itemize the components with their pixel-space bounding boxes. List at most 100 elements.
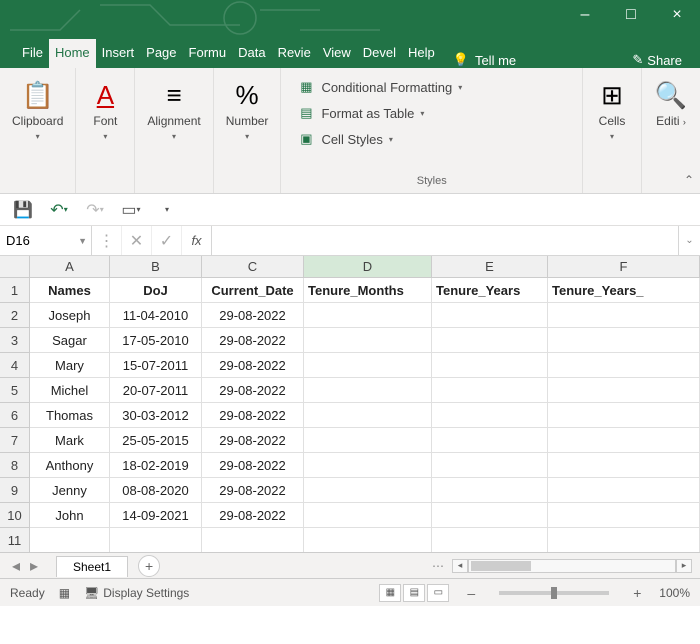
enter-formula-button[interactable]: ✓ [152, 226, 182, 255]
cell[interactable]: 20-07-2011 [110, 378, 202, 403]
cell[interactable]: 11-04-2010 [110, 303, 202, 328]
sheet-nav-next[interactable]: ▸ [26, 556, 42, 576]
cells-area[interactable]: NamesDoJCurrent_DateTenure_MonthsTenure_… [30, 278, 700, 552]
alignment-button[interactable]: ≡ Alignment▾ [145, 74, 202, 146]
cell[interactable]: 17-05-2010 [110, 328, 202, 353]
cell[interactable]: Michel [30, 378, 110, 403]
col-header-A[interactable]: A [30, 256, 110, 277]
cell[interactable] [432, 503, 548, 528]
format-as-table-button[interactable]: ▤Format as Table ▾ [295, 102, 426, 124]
save-button[interactable]: 💾 [12, 199, 34, 221]
cell-header[interactable]: Tenure_Months [304, 278, 432, 303]
cell[interactable]: 29-08-2022 [202, 478, 304, 503]
cell[interactable]: 29-08-2022 [202, 353, 304, 378]
tab-home[interactable]: Home [49, 39, 96, 68]
cell[interactable]: 25-05-2015 [110, 428, 202, 453]
cell[interactable] [548, 303, 700, 328]
cell-header[interactable]: Tenure_Years [432, 278, 548, 303]
clipboard-button[interactable]: 📋 Clipboard▾ [10, 74, 65, 146]
cell-header[interactable]: DoJ [110, 278, 202, 303]
tell-me[interactable]: 💡 Tell me [453, 52, 516, 68]
cell[interactable] [30, 528, 110, 552]
col-header-D[interactable]: D [304, 256, 432, 277]
page-break-view-button[interactable]: ▭ [427, 584, 449, 602]
cell[interactable]: Sagar [30, 328, 110, 353]
cell[interactable] [304, 528, 432, 552]
add-sheet-button[interactable]: + [138, 555, 160, 577]
sheet-options[interactable]: ⋯ [432, 559, 446, 573]
cell[interactable]: 29-08-2022 [202, 303, 304, 328]
tab-file[interactable]: File [16, 39, 49, 68]
cell[interactable] [548, 378, 700, 403]
undo-button[interactable]: ↶ ▾ [48, 199, 70, 221]
cell[interactable]: 15-07-2011 [110, 353, 202, 378]
share-button[interactable]: ✎ Share [632, 52, 682, 68]
row-header-10[interactable]: 10 [0, 503, 30, 528]
cell[interactable]: Jenny [30, 478, 110, 503]
tab-review[interactable]: Revie [272, 39, 317, 68]
cell[interactable]: 14-09-2021 [110, 503, 202, 528]
cell[interactable] [432, 428, 548, 453]
zoom-out-button[interactable]: – [463, 585, 479, 601]
conditional-formatting-button[interactable]: ▦Conditional Formatting ▾ [295, 76, 464, 98]
cell[interactable]: 29-08-2022 [202, 403, 304, 428]
cell-header[interactable]: Tenure_Years_ [548, 278, 700, 303]
row-header-2[interactable]: 2 [0, 303, 30, 328]
qat-customize-button[interactable]: ▾ [156, 199, 178, 221]
cell[interactable] [304, 503, 432, 528]
cell[interactable] [432, 478, 548, 503]
number-button[interactable]: % Number▾ [224, 74, 271, 146]
page-layout-view-button[interactable]: ▤ [403, 584, 425, 602]
editing-button[interactable]: 🔍 Editi › [652, 74, 690, 132]
row-header-5[interactable]: 5 [0, 378, 30, 403]
cell[interactable] [304, 303, 432, 328]
font-button[interactable]: A Font▾ [86, 74, 124, 146]
cell[interactable] [548, 478, 700, 503]
row-header-7[interactable]: 7 [0, 428, 30, 453]
cell[interactable] [548, 353, 700, 378]
sheet-tab-sheet1[interactable]: Sheet1 [56, 556, 128, 577]
col-header-C[interactable]: C [202, 256, 304, 277]
row-header-9[interactable]: 9 [0, 478, 30, 503]
cell[interactable]: 18-02-2019 [110, 453, 202, 478]
zoom-in-button[interactable]: + [629, 585, 645, 601]
cell[interactable]: 29-08-2022 [202, 378, 304, 403]
tab-page-layout[interactable]: Page [140, 39, 182, 68]
redo-button[interactable]: ↷ ▾ [84, 199, 106, 221]
cell[interactable] [432, 303, 548, 328]
row-header-1[interactable]: 1 [0, 278, 30, 303]
cell[interactable] [548, 328, 700, 353]
cell[interactable]: Thomas [30, 403, 110, 428]
cell[interactable]: Mary [30, 353, 110, 378]
zoom-level[interactable]: 100% [659, 586, 690, 600]
cell[interactable] [304, 328, 432, 353]
fx-icon[interactable]: fx [182, 226, 212, 255]
cell[interactable] [548, 503, 700, 528]
cell[interactable] [304, 428, 432, 453]
tab-data[interactable]: Data [232, 39, 271, 68]
close-button[interactable]: × [654, 0, 700, 30]
col-header-B[interactable]: B [110, 256, 202, 277]
touch-mode-button[interactable]: ▭ ▾ [120, 199, 142, 221]
display-settings-button[interactable]: 🖥Display Settings [84, 586, 189, 600]
row-header-3[interactable]: 3 [0, 328, 30, 353]
formula-input[interactable] [212, 226, 678, 255]
cell[interactable] [432, 528, 548, 552]
tab-developer[interactable]: Devel [357, 39, 402, 68]
cell[interactable] [432, 453, 548, 478]
tab-help[interactable]: Help [402, 39, 441, 68]
cell[interactable] [432, 378, 548, 403]
cell[interactable] [432, 403, 548, 428]
cell-header[interactable]: Current_Date [202, 278, 304, 303]
col-header-F[interactable]: F [548, 256, 700, 277]
zoom-slider-thumb[interactable] [551, 587, 557, 599]
normal-view-button[interactable]: ▦ [379, 584, 401, 602]
cell[interactable] [548, 453, 700, 478]
scroll-left-button[interactable]: ◂ [452, 559, 468, 573]
tab-formulas[interactable]: Formu [183, 39, 233, 68]
tab-view[interactable]: View [317, 39, 357, 68]
cancel-formula-button[interactable]: ✕ [122, 226, 152, 255]
col-header-E[interactable]: E [432, 256, 548, 277]
cell[interactable]: Joseph [30, 303, 110, 328]
row-header-4[interactable]: 4 [0, 353, 30, 378]
